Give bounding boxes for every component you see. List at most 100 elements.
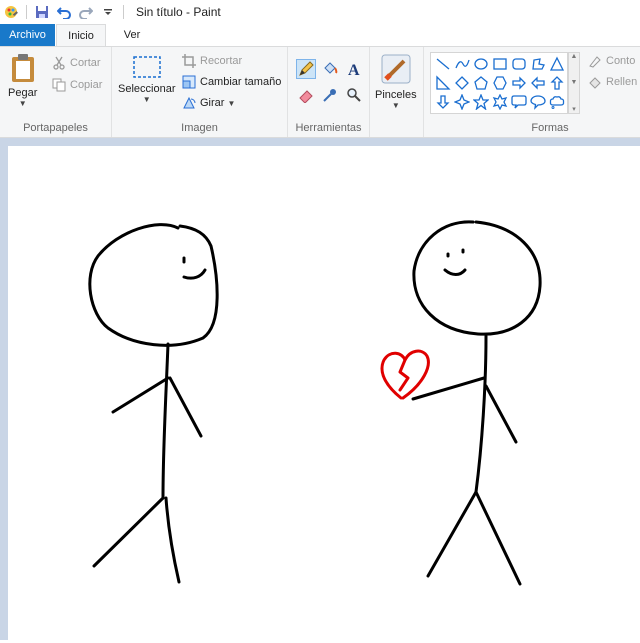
oval-shape-icon[interactable] [472, 55, 490, 73]
shape-fill-icon [589, 77, 601, 89]
tools-group-label: Herramientas [295, 122, 362, 134]
rotate-icon [183, 96, 196, 109]
left-arm-right [168, 376, 203, 438]
right-triangle-shape-icon[interactable] [434, 74, 452, 92]
brush-icon [381, 54, 411, 84]
svg-text:A: A [348, 62, 360, 77]
rounded-rectangle-shape-icon[interactable] [510, 55, 528, 73]
text-icon: A [348, 62, 360, 77]
down-arrow-shape-icon[interactable] [434, 93, 452, 111]
color-picker-tool[interactable] [320, 85, 340, 105]
separator [123, 5, 124, 19]
scissors-icon [53, 56, 65, 70]
tools-group: A Herramientas [288, 47, 370, 137]
rounded-callout-shape-icon[interactable] [510, 93, 528, 111]
triangle-shape-icon[interactable] [548, 55, 566, 73]
pencil-icon [299, 61, 314, 76]
fill-button[interactable]: Rellen [588, 72, 637, 92]
select-rectangle-icon [132, 56, 161, 78]
copy-label: Copiar [70, 79, 103, 91]
quick-access-toolbar [0, 0, 128, 24]
customize-arrow-icon[interactable] [100, 4, 116, 20]
curve-shape-icon[interactable] [453, 55, 471, 73]
six-point-star-shape-icon[interactable] [491, 93, 509, 111]
title-bar: Sin título - Paint [0, 0, 640, 24]
diamond-shape-icon[interactable] [453, 74, 471, 92]
right-stick-figure [411, 220, 542, 586]
rectangle-shape-icon[interactable] [491, 55, 509, 73]
right-arm-right [484, 384, 518, 444]
outline-button[interactable]: Conto [588, 51, 635, 71]
eyedropper-icon [323, 89, 336, 102]
chevron-down-icon: ▼ [142, 95, 151, 104]
cut-button[interactable]: Cortar [52, 53, 101, 73]
tab-home[interactable]: Inicio [56, 24, 106, 46]
left-leg-right [164, 496, 181, 584]
paste-label: Pegar [8, 87, 38, 99]
shapes-group-label: Formas [531, 122, 569, 134]
paste-button[interactable]: Pegar ▼ [8, 53, 37, 108]
right-leg-left [426, 490, 478, 578]
right-body [474, 334, 488, 494]
five-point-star-shape-icon[interactable] [472, 93, 490, 111]
pentagon-shape-icon[interactable] [472, 74, 490, 92]
resize-button[interactable]: Cambiar tamaño [182, 72, 281, 92]
shapes-scrollbar[interactable]: ▲ ▼ ▾ [568, 52, 580, 114]
cut-label: Cortar [70, 57, 101, 69]
four-point-star-shape-icon[interactable] [453, 93, 471, 111]
crop-label: Recortar [200, 55, 243, 67]
clipboard-group-label: Portapapeles [23, 122, 88, 134]
select-button[interactable]: Seleccionar ▼ [118, 55, 175, 104]
right-leg-right [474, 490, 522, 586]
stick-figures-drawing [88, 220, 542, 586]
brushes-button[interactable]: Pinceles ▼ [375, 53, 417, 110]
scroll-up-icon[interactable]: ▲ [571, 53, 578, 60]
paint-bucket-icon [324, 62, 338, 74]
pencil-tool[interactable] [296, 59, 316, 79]
crop-button[interactable]: Recortar [182, 51, 242, 71]
oval-callout-shape-icon[interactable] [529, 93, 547, 111]
right-arm-left [411, 376, 486, 401]
redo-icon[interactable] [78, 4, 94, 20]
copy-icon [52, 78, 66, 92]
drawing-canvas[interactable] [8, 146, 640, 640]
brushes-label: Pinceles [375, 89, 417, 101]
chevron-down-icon: ▼ [18, 99, 27, 108]
chevron-down-icon: ▼ [227, 98, 236, 108]
text-tool[interactable]: A [344, 59, 364, 79]
left-body [161, 342, 170, 500]
eraser-tool[interactable] [296, 85, 316, 105]
right-arrow-shape-icon[interactable] [510, 74, 528, 92]
save-icon[interactable] [34, 4, 50, 20]
brushes-group: Pinceles ▼ [370, 47, 424, 137]
tab-view[interactable]: Ver [110, 24, 154, 46]
separator [26, 5, 27, 19]
chevron-down-icon: ▼ [391, 101, 400, 110]
broken-heart-crack [398, 358, 410, 392]
tab-file[interactable]: Archivo [0, 24, 55, 46]
canvas-area [0, 138, 640, 640]
rotate-label: Girar [200, 97, 225, 109]
magnifier-icon [347, 88, 361, 102]
image-group: Seleccionar ▼ Recortar Cambiar tamaño Gi… [112, 47, 288, 137]
resize-label: Cambiar tamaño [200, 76, 282, 88]
paint-app-icon[interactable] [3, 4, 19, 20]
window-title: Sin título - Paint [136, 5, 221, 19]
cloud-callout-shape-icon[interactable] [548, 93, 566, 111]
expand-gallery-icon[interactable]: ▾ [572, 105, 576, 113]
fill-label: Rellen [606, 76, 638, 88]
up-arrow-shape-icon[interactable] [548, 74, 566, 92]
undo-icon[interactable] [56, 4, 72, 20]
magnifier-tool[interactable] [344, 85, 364, 105]
left-arrow-shape-icon[interactable] [529, 74, 547, 92]
hexagon-shape-icon[interactable] [491, 74, 509, 92]
rotate-button[interactable]: Girar ▼ [182, 93, 235, 113]
outline-label: Conto [606, 55, 636, 67]
line-shape-icon[interactable] [434, 55, 452, 73]
copy-button[interactable]: Copiar [52, 75, 102, 95]
left-arm-left [111, 376, 170, 414]
fill-tool[interactable] [320, 59, 340, 79]
polygon-shape-icon[interactable] [529, 55, 547, 73]
scroll-down-icon[interactable]: ▼ [571, 79, 578, 86]
left-smile [182, 268, 207, 280]
